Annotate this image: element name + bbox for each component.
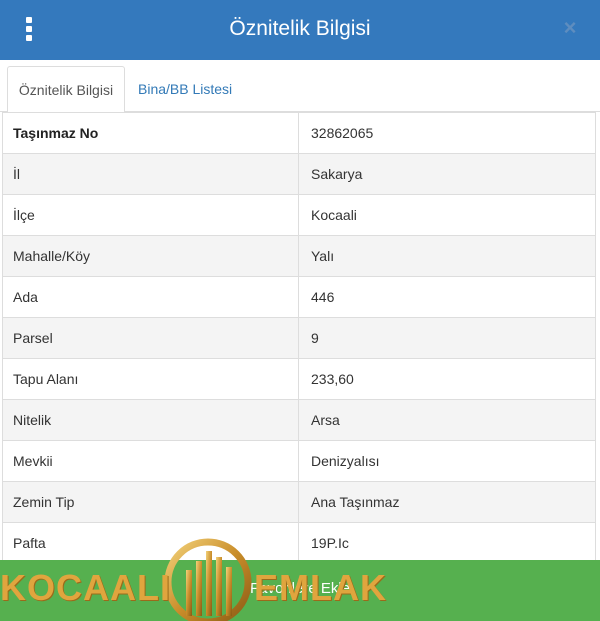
table-row: Mahalle/Köy Yalı <box>2 235 596 277</box>
table-row: İlçe Kocaali <box>2 194 596 236</box>
tab-oznitelik-bilgisi[interactable]: Öznitelik Bilgisi <box>7 66 125 113</box>
row-value: 19P.Ic <box>298 522 596 564</box>
row-key: İlçe <box>2 194 299 236</box>
row-key: Mahalle/Köy <box>2 235 299 277</box>
table-row: Taşınmaz No 32862065 <box>2 112 596 154</box>
row-key: Zemin Tip <box>2 481 299 523</box>
table-row: Zemin Tip Ana Taşınmaz <box>2 481 596 523</box>
watermark-text-right: EMLAK <box>254 567 387 608</box>
row-value: Arsa <box>298 399 596 441</box>
row-value: Yalı <box>298 235 596 277</box>
table-row: İl Sakarya <box>2 153 596 195</box>
row-value: 446 <box>298 276 596 318</box>
row-key: Pafta <box>2 522 299 564</box>
row-value: Ana Taşınmaz <box>298 481 596 523</box>
table-row: Parsel 9 <box>2 317 596 359</box>
watermark-text-left: KOCAALI <box>0 567 171 608</box>
row-key: Tapu Alanı <box>2 358 299 400</box>
table-row: Pafta 19P.Ic <box>2 522 596 564</box>
dialog-title: Öznitelik Bilgisi <box>229 17 371 40</box>
row-value: Denizyalısı <box>298 440 596 482</box>
row-key: Parsel <box>2 317 299 359</box>
tab-bina-bb-listesi[interactable]: Bina/BB Listesi <box>138 66 232 113</box>
row-value: Sakarya <box>298 153 596 195</box>
table-row: Tapu Alanı 233,60 <box>2 358 596 400</box>
row-value: 9 <box>298 317 596 359</box>
row-value: Kocaali <box>298 194 596 236</box>
row-value: 233,60 <box>298 358 596 400</box>
row-key: İl <box>2 153 299 195</box>
row-key: Taşınmaz No <box>2 112 299 154</box>
attribute-table: Taşınmaz No 32862065 İl Sakarya İlçe Koc… <box>2 112 596 564</box>
row-key: Mevkii <box>2 440 299 482</box>
row-value: 32862065 <box>298 112 596 154</box>
table-row: Ada 446 <box>2 276 596 318</box>
dialog-header: Öznitelik Bilgisi × <box>0 0 600 60</box>
tab-bar: Öznitelik Bilgisi Bina/BB Listesi <box>0 60 600 113</box>
row-key: Ada <box>2 276 299 318</box>
table-row: Mevkii Denizyalısı <box>2 440 596 482</box>
row-key: Nitelik <box>2 399 299 441</box>
table-row: Nitelik Arsa <box>2 399 596 441</box>
close-icon[interactable]: × <box>560 17 580 39</box>
